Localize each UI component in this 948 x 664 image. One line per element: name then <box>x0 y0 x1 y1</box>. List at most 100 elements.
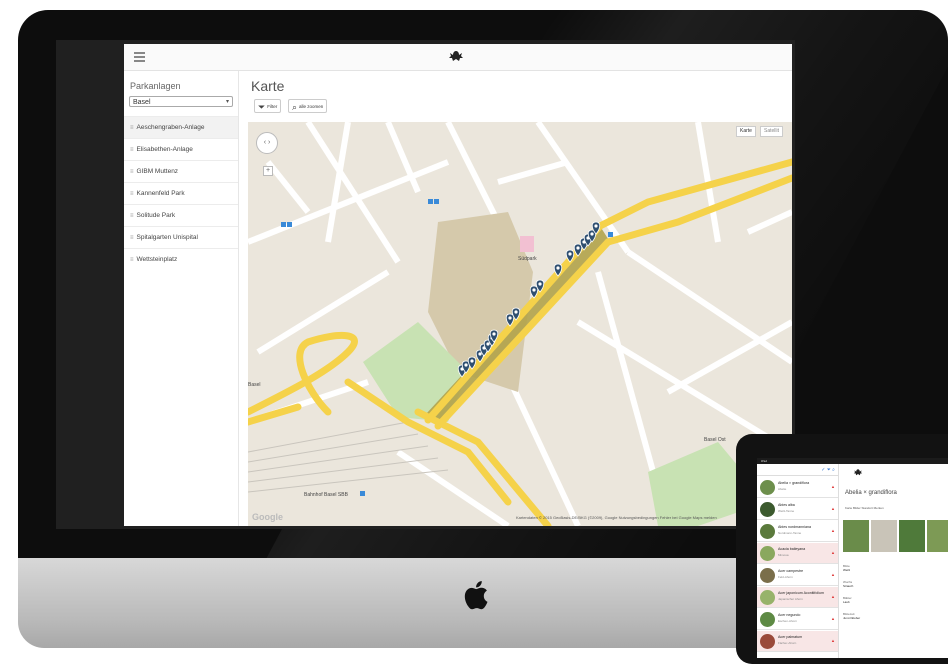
list-bullet-icon: ≡ <box>130 235 134 241</box>
tablet-detail-pane: Abelia × grandiflora Karte Bilder Stando… <box>839 464 948 658</box>
sidebar-item-label: Elisabethen-Anlage <box>136 146 193 153</box>
tablet-plant-list: ✓ ⏷ ⌕ Abelia × grandiflora Abelie ▲ Abies a… <box>757 464 839 658</box>
tablet-list-item[interactable]: Abies alba Weiß-Tanne ▲ <box>757 499 838 520</box>
city-select-value: Basel <box>133 99 151 106</box>
tree-marker-icon[interactable] <box>529 285 539 299</box>
field-value: Weiß <box>843 568 850 572</box>
map-canvas[interactable]: ‹ › + Karte Satellit Südpark Basel Bahnh… <box>248 122 792 526</box>
sidebar-item-solitude[interactable]: ≡ Solitude Park <box>124 204 238 226</box>
map-type-karte-button[interactable]: Karte <box>736 126 756 137</box>
page-title: Karte <box>251 78 285 94</box>
tablet-list-item[interactable]: Abelia × grandiflora Abelie ▲ <box>757 477 838 498</box>
warning-icon: ▲ <box>831 638 835 643</box>
google-logo: Google <box>252 512 283 522</box>
list-bullet-icon: ≡ <box>130 147 134 153</box>
sidebar-item-elisabethen[interactable]: ≡ Elisabethen-Anlage <box>124 138 238 160</box>
plant-photo[interactable] <box>899 520 925 552</box>
plant-thumbnail <box>760 502 775 517</box>
plant-common-name: Abelie <box>778 487 787 491</box>
list-bullet-icon: ≡ <box>130 191 134 197</box>
plant-name: Abies nordmanniana <box>778 525 811 529</box>
tablet-detail-field: Blätter Laub <box>843 596 852 604</box>
tablet-list-item[interactable]: Acacia baileyana Mimosa ▲ <box>757 543 838 564</box>
park-list: ≡ Aeschengraben-Anlage ≡ Elisabethen-Anlag… <box>124 116 238 270</box>
tablet-list-item[interactable]: Acer japonicum Aconitifolium Japanischer … <box>757 587 838 608</box>
plant-photo[interactable] <box>843 520 869 552</box>
plant-thumbnail <box>760 546 775 561</box>
filter-icon: ⏷ <box>258 102 266 112</box>
warning-icon: ▲ <box>831 550 835 555</box>
sidebar-item-aeschengraben[interactable]: ≡ Aeschengraben-Anlage <box>124 116 238 138</box>
plant-common-name: Feld-Ahorn <box>778 575 793 579</box>
zoom-all-button[interactable]: ⌕ alle zoomen <box>288 99 328 113</box>
tablet-screen: iPad ✓ ⏷ ⌕ Abelia × grandiflora Abelie ▲ Ab… <box>757 458 948 658</box>
plant-photo[interactable] <box>927 520 948 552</box>
tablet-detail-field: Blüte Weiß <box>843 564 850 572</box>
plant-name: Acer negundo <box>778 613 801 617</box>
field-value: Juni-Oktober <box>843 616 861 620</box>
search-icon: ⌕ <box>292 102 298 112</box>
warning-icon: ▲ <box>831 484 835 489</box>
warning-icon: ▲ <box>831 616 835 621</box>
list-bullet-icon: ≡ <box>130 257 134 263</box>
sidebar: Parkanlagen Basel ▾ ≡ Aeschengraben-Anlag… <box>124 71 239 526</box>
map-label-basel: Basel <box>248 382 261 388</box>
plant-photo[interactable] <box>871 520 897 552</box>
plant-common-name: Weiß-Tanne <box>778 509 795 513</box>
beetle-logo-icon <box>853 469 863 476</box>
map-type-satellit-button[interactable]: Satellit <box>760 126 784 137</box>
plant-common-name: Fächer-Ahorn <box>778 641 797 645</box>
sidebar-item-label: GIBM Muttenz <box>136 168 179 175</box>
plant-thumbnail <box>760 480 775 495</box>
tablet-list-toolbar[interactable]: ✓ ⏷ ⌕ <box>757 464 838 476</box>
sidebar-item-gibm[interactable]: ≡ GIBM Muttenz <box>124 160 238 182</box>
sidebar-title: Parkanlagen <box>130 81 181 91</box>
plant-thumbnail <box>760 612 775 627</box>
map-label-basel-right: Basel Ost <box>704 437 726 443</box>
plant-name: Abelia × grandiflora <box>778 481 810 485</box>
map-attribution[interactable]: Kartendaten © 2015 GeoBasis-DE/BKG (©200… <box>516 515 717 520</box>
web-app: Parkanlagen Basel ▾ ≡ Aeschengraben-Anlag… <box>124 44 792 526</box>
plant-thumbnail <box>760 524 775 539</box>
tree-marker-icon[interactable] <box>565 249 575 263</box>
sidebar-item-kannenfeld[interactable]: ≡ Kannenfeld Park <box>124 182 238 204</box>
top-bar <box>124 44 792 71</box>
sidebar-item-wettsteinplatz[interactable]: ≡ Wettsteinplatz <box>124 248 238 270</box>
pan-control[interactable]: ‹ › <box>256 132 278 154</box>
tablet-image-strip <box>843 520 948 552</box>
zoom-all-button-label: alle zoomen <box>299 104 324 110</box>
list-bullet-icon: ≡ <box>130 169 134 175</box>
warning-icon: ▲ <box>831 594 835 599</box>
plant-name: Acacia baileyana <box>778 547 806 551</box>
map-label-sudpark: Südpark <box>518 256 537 262</box>
sidebar-item-label: Wettsteinplatz <box>136 256 178 263</box>
sidebar-item-spitalgarten[interactable]: ≡ Spitalgarten Unispital <box>124 226 238 248</box>
list-bullet-icon: ≡ <box>130 213 134 219</box>
field-value: Strauch <box>843 584 854 588</box>
chevron-down-icon: ▾ <box>225 99 229 105</box>
tablet-list-item[interactable]: Acer negundo Eschen-Ahorn ▲ <box>757 609 838 630</box>
zoom-in-button[interactable]: + <box>263 166 273 176</box>
tablet-list-item[interactable]: Acer campestre Feld-Ahorn ▲ <box>757 565 838 586</box>
beetle-logo-icon <box>449 51 463 61</box>
hamburger-menu-icon[interactable] <box>134 52 145 62</box>
tablet-list-item[interactable]: Abies nordmanniana Nordmann-Tanne ▲ <box>757 521 838 542</box>
warning-icon: ▲ <box>831 528 835 533</box>
filter-button[interactable]: ⏷ Filter <box>254 99 282 113</box>
city-select[interactable]: Basel ▾ <box>129 96 233 107</box>
tree-marker-icon[interactable] <box>573 243 583 257</box>
plant-common-name: Nordmann-Tanne <box>778 531 802 535</box>
plant-name: Abies alba <box>778 503 795 507</box>
plant-name: Acer palmatum <box>778 635 803 639</box>
tablet-detail-tabs[interactable]: Karte Bilder Standort Merken <box>845 506 884 510</box>
tablet-detail-field: Wuchs Strauch <box>843 580 853 588</box>
plant-common-name: Mimosa <box>778 553 789 557</box>
sidebar-item-label: Aeschengraben-Anlage <box>136 124 205 131</box>
tablet-list-item[interactable]: Acer palmatum Fächer-Ahorn ▲ <box>757 631 838 652</box>
tree-marker-icon[interactable] <box>505 313 515 327</box>
warning-icon: ▲ <box>831 572 835 577</box>
plant-name: Acer japonicum Aconitifolium <box>778 591 824 595</box>
apple-logo-icon <box>464 581 488 610</box>
filter-button-label: Filter <box>267 104 278 110</box>
tree-marker-icon[interactable] <box>553 263 563 277</box>
